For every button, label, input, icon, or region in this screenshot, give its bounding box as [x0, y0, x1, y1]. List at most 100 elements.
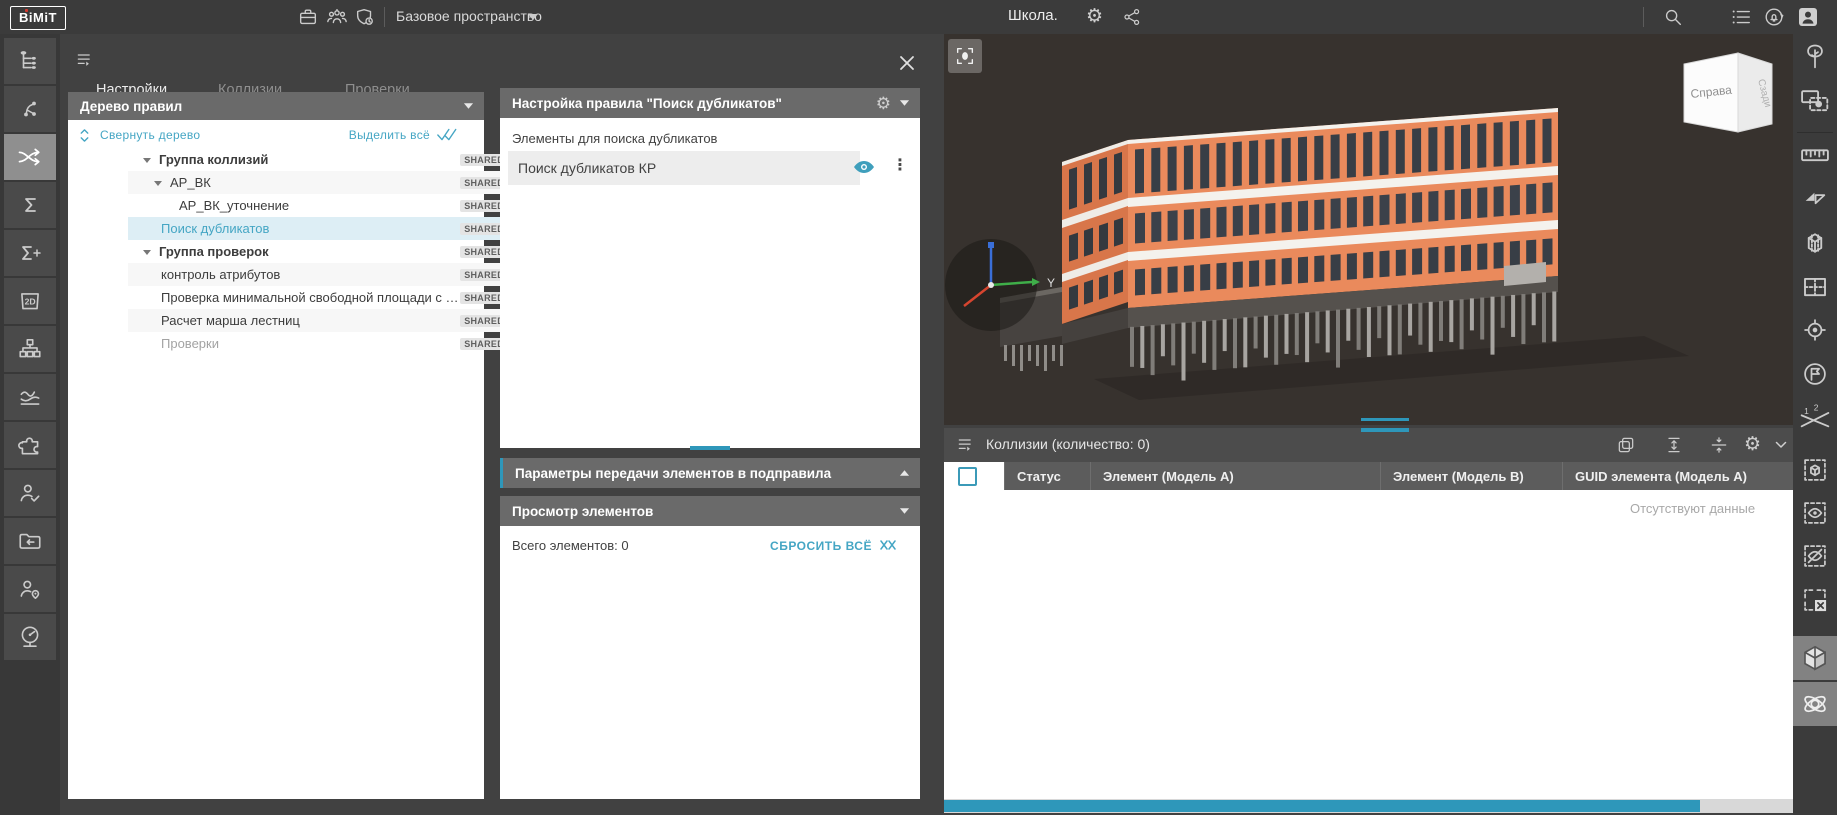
hide-selected-icon[interactable] [1801, 542, 1829, 570]
tree-row[interactable]: контроль атрибутов SHARED [128, 263, 544, 286]
viewport-resize-handle[interactable] [1361, 418, 1409, 421]
orbit-icon[interactable] [1793, 682, 1837, 726]
column-header-guid[interactable]: GUID элемента (Модель A) [1562, 462, 1793, 490]
account-icon[interactable] [1796, 5, 1820, 29]
section-cube-icon[interactable] [1800, 228, 1830, 258]
user-check-icon[interactable] [4, 470, 56, 516]
transfer-params-header[interactable]: Параметры передачи элементов в подправил… [500, 458, 920, 488]
select-all-check-icon[interactable] [436, 127, 458, 143]
reset-all-button[interactable]: СБРОСИТЬ ВСЁ [770, 539, 872, 553]
org-chart-icon[interactable] [4, 326, 56, 372]
notifications-icon[interactable] [1762, 6, 1786, 28]
logo-accent-dot [25, 9, 28, 12]
gear-icon[interactable]: ⚙ [1744, 435, 1761, 454]
collisions-resize-handle[interactable] [1361, 428, 1409, 432]
panel-menu-icon[interactable] [955, 435, 977, 455]
axis-gizmo[interactable] [940, 230, 1050, 340]
align-center-icon[interactable] [1709, 435, 1729, 455]
topbar-divider [384, 7, 385, 27]
top-bar: BiMiT Базовое пространство Школа. ⚙ [0, 0, 1837, 34]
plugin-icon[interactable] [4, 422, 56, 468]
charts-icon[interactable] [4, 374, 56, 420]
search-icon[interactable] [1662, 6, 1684, 28]
chevron-down-icon[interactable] [899, 507, 910, 515]
copy-icon[interactable] [1616, 435, 1636, 455]
select-all-checkbox[interactable] [958, 467, 977, 486]
clip-box-icon[interactable] [1800, 272, 1830, 302]
capture-selection-icon[interactable] [1799, 86, 1831, 116]
2d-view-icon[interactable]: 2D [4, 278, 56, 324]
section-flip-icon[interactable] [1800, 184, 1830, 212]
chevron-down-icon[interactable] [899, 99, 910, 107]
gear-icon[interactable]: ⚙ [876, 95, 891, 112]
team-icon[interactable] [324, 6, 348, 28]
collision-rules-icon[interactable] [4, 134, 56, 180]
tree-item-label: Поиск дубликатов [161, 221, 269, 236]
briefcase-icon[interactable] [296, 6, 320, 28]
tree-row[interactable]: АР_ВК SHARED [128, 171, 544, 194]
collapse-tree-button[interactable]: Свернуть дерево [100, 128, 200, 142]
tree-item-label: АР_ВК [170, 175, 211, 190]
column-header-status[interactable]: Статус [1004, 462, 1090, 490]
flag-icon[interactable] [1801, 360, 1829, 388]
fit-view-icon[interactable] [948, 39, 982, 73]
eye-icon[interactable] [852, 157, 876, 177]
folder-export-icon[interactable] [4, 518, 56, 564]
tree-row-disabled[interactable]: Проверки SHARED [128, 332, 544, 355]
tree-row[interactable]: Группа проверок SHARED [128, 240, 544, 263]
chevron-down-icon[interactable] [463, 102, 474, 110]
share-icon[interactable] [1122, 7, 1142, 27]
viewport-3d[interactable]: Y Справа Сзади [944, 34, 1793, 425]
preview-elements-header[interactable]: Просмотр элементов [500, 496, 920, 526]
collisions-title: Коллизии (количество: 0) [986, 436, 1150, 452]
close-icon[interactable] [898, 54, 916, 72]
tree-item-label: Проверка минимальной свободной площади с… [161, 290, 461, 305]
gear-icon[interactable]: ⚙ [1086, 7, 1103, 26]
panel-resize-handle[interactable] [690, 446, 730, 450]
shaded-cube-icon[interactable] [1793, 636, 1837, 680]
tree-row-selected[interactable]: Поиск дубликатов SHARED [128, 217, 544, 240]
panel-menu-icon[interactable] [74, 50, 96, 70]
column-header-element-b[interactable]: Элемент (Модель B) [1380, 462, 1562, 490]
select-all-button[interactable]: Выделить всё [349, 128, 430, 142]
gauge-icon[interactable] [4, 614, 56, 660]
clear-selection-icon[interactable] [1801, 586, 1829, 614]
list-menu-icon[interactable] [1729, 6, 1753, 28]
rule-tree-header[interactable]: Дерево правил [68, 92, 484, 120]
app-logo[interactable]: BiMiT [10, 6, 66, 30]
model-tree-icon[interactable] [4, 38, 56, 84]
tree-row[interactable]: Проверка минимальной свободной площади с… [128, 286, 544, 309]
tree-collapse-icon[interactable] [78, 128, 91, 143]
tree-row[interactable]: Группа коллизий SHARED [128, 148, 544, 171]
isolate-box-icon[interactable] [1801, 456, 1829, 484]
horizontal-scrollbar[interactable] [944, 799, 1793, 813]
rule-name-input[interactable] [508, 151, 860, 185]
sum-add-icon[interactable] [4, 230, 56, 276]
kebab-icon[interactable]: ⋮ [892, 155, 908, 175]
column-header-element-a[interactable]: Элемент (Модель A) [1090, 462, 1380, 490]
locate-icon[interactable] [1801, 316, 1829, 344]
chevron-down-icon[interactable] [527, 13, 539, 21]
chevron-up-icon[interactable] [899, 469, 910, 477]
toolbar-divider [1797, 132, 1833, 133]
nav-cube[interactable]: Справа Сзади [1678, 48, 1778, 144]
rule-settings-header[interactable]: Настройка правила "Поиск дубликатов" ⚙ [500, 88, 920, 118]
tree-icon[interactable] [1801, 42, 1829, 72]
show-selected-icon[interactable] [1801, 499, 1829, 527]
ruler-icon[interactable] [1799, 140, 1831, 168]
tree-row[interactable]: АР_ВК_уточнение SHARED [128, 194, 544, 217]
fit-height-icon[interactable] [1664, 435, 1684, 455]
rule-tree-title: Дерево правил [80, 99, 182, 114]
collision-lines-icon[interactable]: 12 [1798, 402, 1832, 436]
reset-icon[interactable] [878, 536, 902, 554]
branch-icon[interactable] [4, 86, 56, 132]
scrollbar-thumb[interactable] [944, 800, 1700, 812]
collisions-table-body: Отсутствуют данные [944, 490, 1793, 799]
workspace-selector[interactable]: Базовое пространство [396, 8, 542, 24]
tree-row[interactable]: Расчет марша лестниц SHARED [128, 309, 544, 332]
sum-icon[interactable] [4, 182, 56, 228]
tree-item-label: Группа коллизий [159, 152, 268, 167]
user-location-icon[interactable] [4, 566, 56, 612]
chevron-down-icon[interactable] [1775, 441, 1787, 449]
shield-clock-icon[interactable] [353, 6, 377, 28]
